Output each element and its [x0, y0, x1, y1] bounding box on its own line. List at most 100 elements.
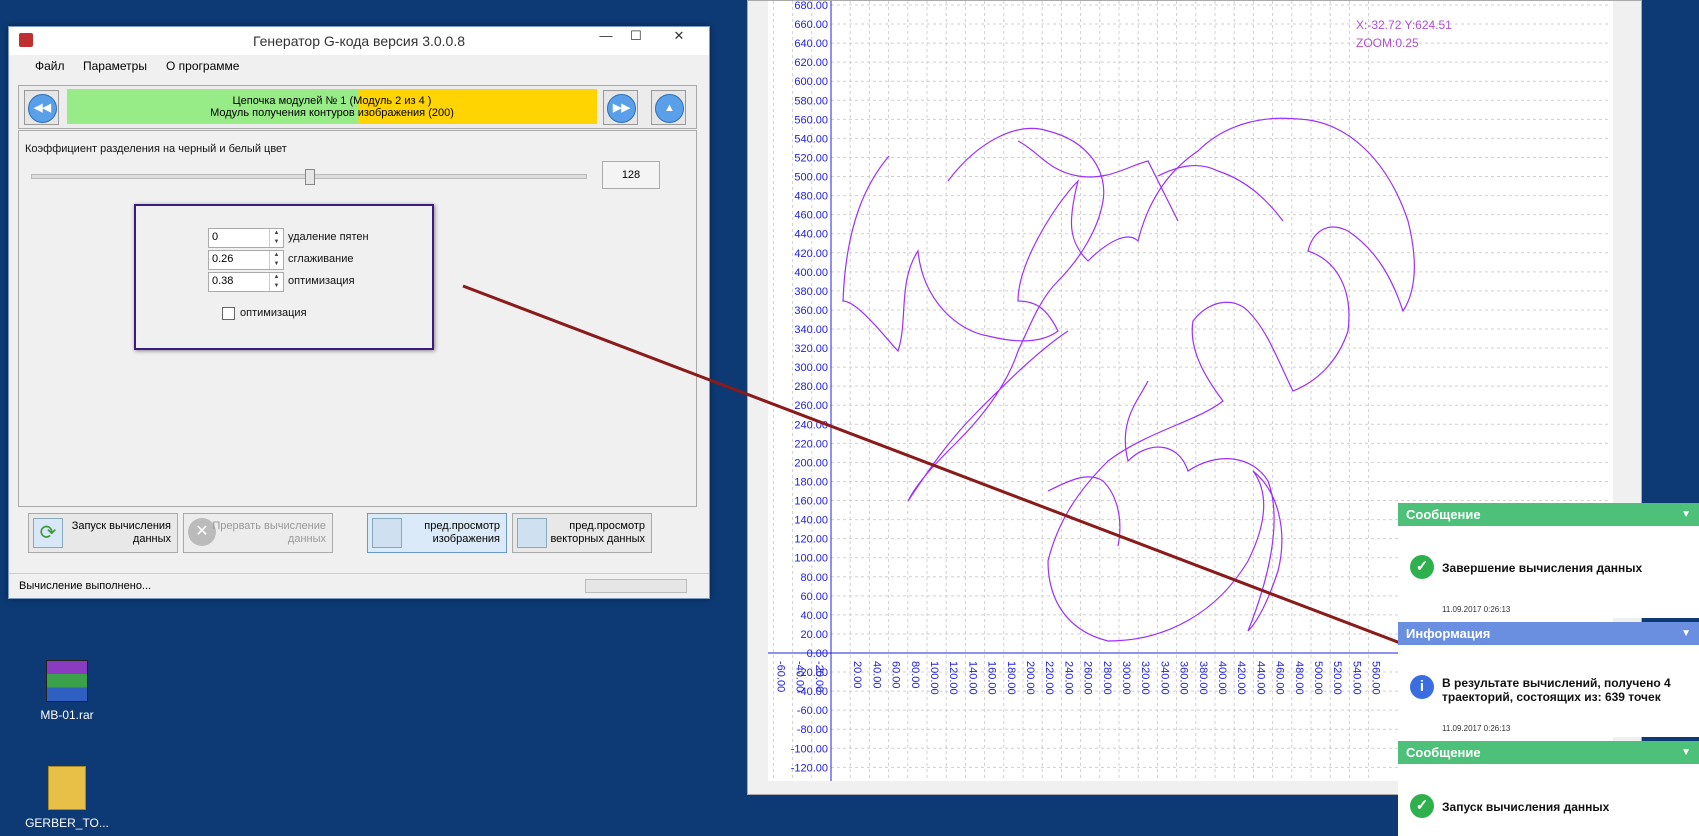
x-tick-label: 20.00 [851, 661, 863, 689]
notification-start[interactable]: Сообщение ▼ ✓ Запуск вычисления данных [1398, 741, 1699, 836]
y-tick-label: 480.00 [794, 191, 828, 203]
y-tick-label: 360.00 [794, 305, 828, 317]
y-tick-label: -80.00 [797, 724, 828, 736]
x-tick-label: 460.00 [1274, 661, 1286, 695]
status-bar: Вычисление выполнено... [9, 573, 709, 598]
stop-calculation-button[interactable]: ✕ Прервать вычисление данных [183, 513, 333, 553]
spinner-arrows-icon[interactable]: ▲ ▼ [269, 273, 283, 291]
y-tick-label: 460.00 [794, 210, 828, 222]
chevron-down-icon[interactable]: ▼ [1681, 622, 1691, 645]
optimization-spinner[interactable]: 0.38 ▲ ▼ [208, 272, 284, 292]
chevron-down-icon[interactable]: ▼ [1681, 503, 1691, 526]
zip-folder-icon [48, 766, 86, 810]
x-tick-label: 400.00 [1216, 661, 1228, 695]
preview-vector-line2: векторных данных [550, 533, 645, 545]
y-tick-label: 220.00 [794, 438, 828, 450]
y-tick-label: -100.00 [791, 743, 828, 755]
y-tick-label: 80.00 [800, 572, 828, 584]
smoothing-label: сглаживание [288, 253, 354, 265]
check-icon: ✓ [1410, 555, 1434, 579]
x-tick-label: 140.00 [966, 661, 978, 695]
y-tick-label: 340.00 [794, 324, 828, 336]
menu-file[interactable]: Файл [35, 59, 65, 73]
x-tick-label: 560.00 [1370, 661, 1382, 695]
y-tick-label: -60.00 [797, 705, 828, 717]
desktop-icon-gerber[interactable]: GERBER_TO... [22, 766, 112, 830]
fast-forward-icon: ▶▶ [607, 94, 636, 123]
start-calculation-button[interactable]: ⟳ Запуск вычисления данных [28, 513, 178, 553]
cursor-coordinates: X:-32.72 Y:624.51 [1356, 18, 1452, 32]
notification-header: Информация ▼ [1398, 622, 1699, 645]
y-tick-label: 140.00 [794, 515, 828, 527]
x-tick-label: 480.00 [1293, 661, 1305, 695]
preview-vector-button[interactable]: пред.просмотр векторных данных [512, 513, 652, 553]
rewind-icon: ◀◀ [28, 94, 57, 123]
prev-module-button[interactable]: ◀◀ [24, 90, 59, 125]
y-tick-label: 180.00 [794, 476, 828, 488]
x-tick-label: -60.00 [774, 661, 786, 692]
y-tick-label: 420.00 [794, 248, 828, 260]
image-preview-icon [372, 518, 402, 548]
status-text: Вычисление выполнено... [19, 580, 152, 592]
spot-removal-spinner[interactable]: 0 ▲ ▼ [208, 228, 284, 248]
y-tick-label: 660.00 [794, 19, 828, 31]
smoothing-spinner[interactable]: 0.26 ▲ ▼ [208, 250, 284, 270]
y-tick-label: 600.00 [794, 76, 828, 88]
preview-image-line2: изображения [432, 533, 500, 545]
vector-preview-icon [517, 518, 547, 548]
chevron-down-icon[interactable]: ▼ [1681, 741, 1691, 764]
notification-time: 11.09.2017 0:26:13 [1442, 724, 1511, 733]
x-tick-label: 180.00 [1005, 661, 1017, 695]
y-tick-label: 540.00 [794, 133, 828, 145]
x-tick-label: 200.00 [1024, 661, 1036, 695]
optimization-checkbox[interactable] [222, 307, 235, 320]
title-bar: Генератор G-кода версия 3.0.0.8 — ☐ ✕ [9, 27, 709, 55]
notification-complete[interactable]: Сообщение ▼ ✓ Завершение вычисления данны… [1398, 503, 1699, 618]
x-tick-label: -40.00 [794, 661, 806, 692]
settings-panel: Коэффициент разделения на черный и белый… [18, 130, 697, 507]
spinner-arrows-icon[interactable]: ▲ ▼ [269, 251, 283, 269]
x-tick-label: 100.00 [928, 661, 940, 695]
y-tick-label: 280.00 [794, 381, 828, 393]
x-tick-label: 120.00 [947, 661, 959, 695]
eject-icon: ▲ [655, 94, 684, 123]
menu-bar: Файл Параметры О программе [9, 55, 709, 77]
x-tick-label: 340.00 [1158, 661, 1170, 695]
params-group: 0 ▲ ▼ удаление пятен 0.26 ▲ ▼ сглаживание 0.… [134, 204, 434, 350]
desktop-icon-label: GERBER_TO... [25, 816, 109, 830]
x-tick-label: 280.00 [1101, 661, 1113, 695]
x-tick-label: 440.00 [1254, 661, 1266, 695]
y-tick-label: 380.00 [794, 286, 828, 298]
y-tick-label: 400.00 [794, 267, 828, 279]
spinner-arrows-icon[interactable]: ▲ ▼ [269, 229, 283, 247]
x-tick-label: 160.00 [986, 661, 998, 695]
preview-image-line1: пред.просмотр [424, 520, 500, 532]
stop-button-line2: данных [287, 533, 326, 545]
spot-removal-label: удаление пятен [288, 231, 369, 243]
threshold-slider[interactable] [31, 169, 587, 185]
next-module-button[interactable]: ▶▶ [603, 90, 638, 125]
menu-parameters[interactable]: Параметры [83, 59, 147, 73]
notification-message: Запуск вычисления данных [1442, 800, 1610, 814]
threshold-value-box[interactable]: 128 [602, 161, 660, 189]
app-window: Генератор G-кода версия 3.0.0.8 — ☐ ✕ Фа… [8, 26, 710, 599]
x-tick-label: 540.00 [1350, 661, 1362, 695]
desktop-icon-mb01[interactable]: MB-01.rar [22, 660, 112, 722]
notification-header: Сообщение ▼ [1398, 741, 1699, 764]
start-button-line2: данных [132, 533, 171, 545]
notification-info[interactable]: Информация ▼ i В результате вычислений, п… [1398, 622, 1699, 737]
x-tick-label: 40.00 [870, 661, 882, 689]
minimize-button[interactable]: — [591, 27, 621, 47]
x-tick-label: 320.00 [1139, 661, 1151, 695]
close-button[interactable]: ✕ [655, 27, 703, 47]
maximize-button[interactable]: ☐ [621, 27, 651, 47]
menu-about[interactable]: О программе [166, 59, 239, 73]
slider-thumb[interactable] [305, 169, 315, 185]
x-tick-label: 80.00 [909, 661, 921, 689]
y-tick-label: 640.00 [794, 38, 828, 50]
y-tick-label: 20.00 [800, 629, 828, 641]
eject-button[interactable]: ▲ [651, 90, 686, 125]
module-chain-title: Цепочка модулей № 1 (Модуль 2 из 4 ) [232, 95, 432, 107]
x-tick-label: 300.00 [1120, 661, 1132, 695]
preview-image-button[interactable]: пред.просмотр изображения [367, 513, 507, 553]
